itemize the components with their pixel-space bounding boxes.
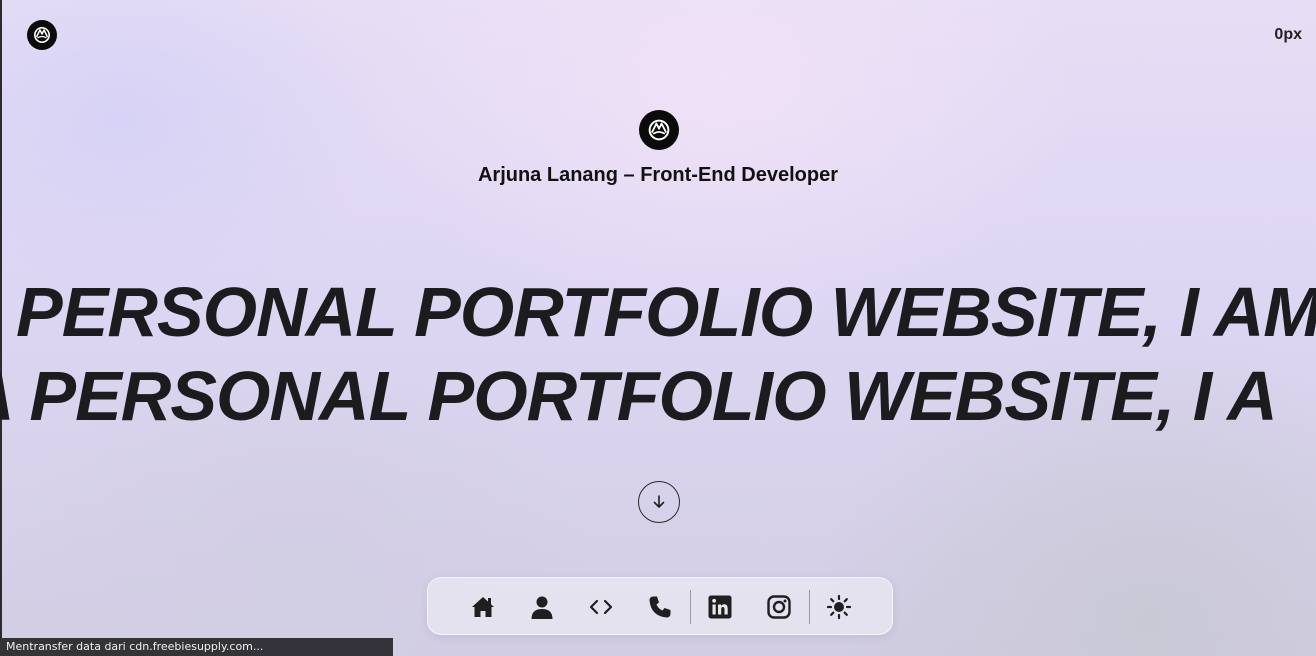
code-icon: [589, 599, 613, 615]
dock-divider: [809, 590, 810, 624]
bottom-dock-nav: [427, 577, 893, 635]
scroll-position-readout: 0px: [1274, 26, 1302, 43]
dock-instagram-link[interactable]: [764, 592, 794, 622]
dock-contact-button[interactable]: [645, 592, 675, 622]
browser-status-bar: Mentransfer data dari cdn.freebiesupply.…: [0, 638, 393, 656]
instagram-icon: [767, 595, 791, 619]
hero-logo: [639, 110, 679, 150]
phone-icon: [649, 596, 671, 618]
dock-linkedin-link[interactable]: [705, 592, 735, 622]
arrow-down-icon: [653, 495, 665, 508]
brand-logo-icon: [648, 119, 670, 141]
dock-home-button[interactable]: [468, 592, 498, 622]
scroll-down-button[interactable]: [638, 481, 680, 523]
marquee-text-2: A PERSONAL PORTFOLIO WEBSITE, I A: [0, 357, 1278, 435]
hero-title: Arjuna Lanang – Front-End Developer: [477, 164, 839, 186]
user-icon: [531, 596, 553, 619]
dock-theme-toggle[interactable]: [824, 592, 854, 622]
brand-logo-link[interactable]: [27, 20, 57, 50]
sun-icon: [826, 594, 852, 620]
dock-projects-button[interactable]: [586, 592, 616, 622]
dock-about-button[interactable]: [527, 592, 557, 622]
home-icon: [472, 597, 494, 617]
brand-logo-icon: [34, 27, 50, 43]
linkedin-icon: [708, 595, 732, 619]
marquee-row-2: A PERSONAL PORTFOLIO WEBSITE, I A: [0, 346, 1316, 446]
dock-divider: [690, 590, 691, 624]
